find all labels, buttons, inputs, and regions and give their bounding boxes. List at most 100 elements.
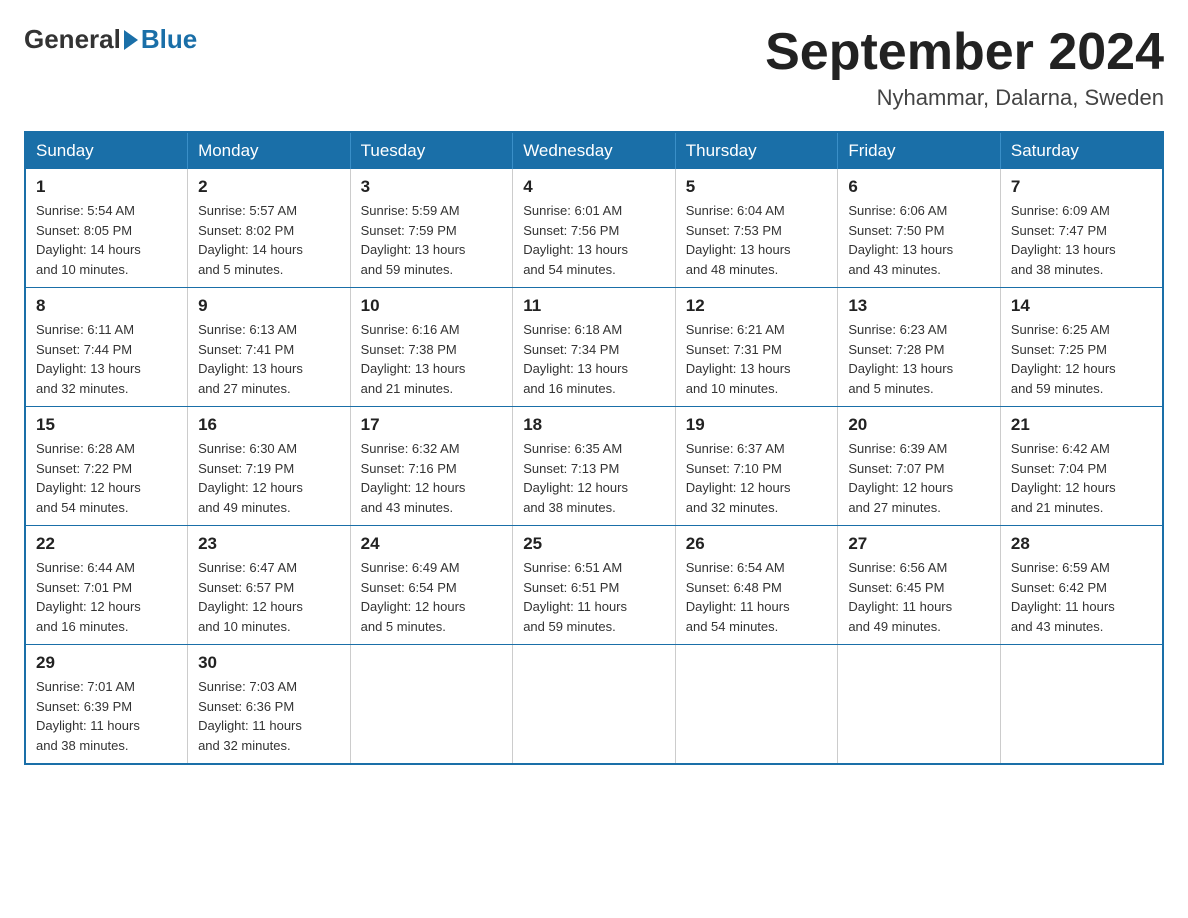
calendar-cell: 25 Sunrise: 6:51 AMSunset: 6:51 PMDaylig… [513,526,676,645]
day-info: Sunrise: 6:51 AMSunset: 6:51 PMDaylight:… [523,558,665,636]
day-info: Sunrise: 6:32 AMSunset: 7:16 PMDaylight:… [361,439,503,517]
calendar-cell [838,645,1001,765]
calendar-cell: 21 Sunrise: 6:42 AMSunset: 7:04 PMDaylig… [1000,407,1163,526]
day-number: 20 [848,415,990,435]
day-number: 9 [198,296,340,316]
calendar-cell: 7 Sunrise: 6:09 AMSunset: 7:47 PMDayligh… [1000,169,1163,288]
day-info: Sunrise: 6:25 AMSunset: 7:25 PMDaylight:… [1011,320,1152,398]
day-number: 10 [361,296,503,316]
day-number: 11 [523,296,665,316]
column-header-monday: Monday [188,132,351,169]
day-number: 24 [361,534,503,554]
day-number: 8 [36,296,177,316]
month-title: September 2024 [765,24,1164,81]
day-number: 4 [523,177,665,197]
calendar-cell [513,645,676,765]
calendar-cell: 8 Sunrise: 6:11 AMSunset: 7:44 PMDayligh… [25,288,188,407]
calendar-cell: 1 Sunrise: 5:54 AMSunset: 8:05 PMDayligh… [25,169,188,288]
column-header-wednesday: Wednesday [513,132,676,169]
day-info: Sunrise: 6:09 AMSunset: 7:47 PMDaylight:… [1011,201,1152,279]
day-number: 15 [36,415,177,435]
column-header-sunday: Sunday [25,132,188,169]
day-info: Sunrise: 6:54 AMSunset: 6:48 PMDaylight:… [686,558,828,636]
title-block: September 2024 Nyhammar, Dalarna, Sweden [765,24,1164,111]
day-info: Sunrise: 6:23 AMSunset: 7:28 PMDaylight:… [848,320,990,398]
day-info: Sunrise: 6:06 AMSunset: 7:50 PMDaylight:… [848,201,990,279]
calendar-cell: 12 Sunrise: 6:21 AMSunset: 7:31 PMDaylig… [675,288,838,407]
day-number: 12 [686,296,828,316]
logo-general-text: General [24,24,121,55]
day-info: Sunrise: 6:56 AMSunset: 6:45 PMDaylight:… [848,558,990,636]
day-number: 25 [523,534,665,554]
day-info: Sunrise: 6:37 AMSunset: 7:10 PMDaylight:… [686,439,828,517]
day-info: Sunrise: 7:03 AMSunset: 6:36 PMDaylight:… [198,677,340,755]
day-number: 13 [848,296,990,316]
calendar-cell: 19 Sunrise: 6:37 AMSunset: 7:10 PMDaylig… [675,407,838,526]
calendar-cell: 27 Sunrise: 6:56 AMSunset: 6:45 PMDaylig… [838,526,1001,645]
day-number: 16 [198,415,340,435]
day-number: 23 [198,534,340,554]
calendar-cell: 9 Sunrise: 6:13 AMSunset: 7:41 PMDayligh… [188,288,351,407]
day-number: 1 [36,177,177,197]
logo: General Blue [24,24,197,55]
calendar-cell: 17 Sunrise: 6:32 AMSunset: 7:16 PMDaylig… [350,407,513,526]
calendar-cell: 6 Sunrise: 6:06 AMSunset: 7:50 PMDayligh… [838,169,1001,288]
day-number: 29 [36,653,177,673]
day-info: Sunrise: 6:49 AMSunset: 6:54 PMDaylight:… [361,558,503,636]
calendar-cell: 29 Sunrise: 7:01 AMSunset: 6:39 PMDaylig… [25,645,188,765]
calendar-cell [350,645,513,765]
day-number: 18 [523,415,665,435]
day-info: Sunrise: 6:59 AMSunset: 6:42 PMDaylight:… [1011,558,1152,636]
day-info: Sunrise: 6:13 AMSunset: 7:41 PMDaylight:… [198,320,340,398]
day-number: 30 [198,653,340,673]
day-info: Sunrise: 5:54 AMSunset: 8:05 PMDaylight:… [36,201,177,279]
day-info: Sunrise: 6:47 AMSunset: 6:57 PMDaylight:… [198,558,340,636]
calendar-cell: 15 Sunrise: 6:28 AMSunset: 7:22 PMDaylig… [25,407,188,526]
calendar-cell: 16 Sunrise: 6:30 AMSunset: 7:19 PMDaylig… [188,407,351,526]
calendar-cell: 30 Sunrise: 7:03 AMSunset: 6:36 PMDaylig… [188,645,351,765]
calendar-cell: 13 Sunrise: 6:23 AMSunset: 7:28 PMDaylig… [838,288,1001,407]
calendar-cell: 22 Sunrise: 6:44 AMSunset: 7:01 PMDaylig… [25,526,188,645]
logo-arrow-icon [124,30,138,50]
day-number: 28 [1011,534,1152,554]
day-info: Sunrise: 6:21 AMSunset: 7:31 PMDaylight:… [686,320,828,398]
calendar-cell: 28 Sunrise: 6:59 AMSunset: 6:42 PMDaylig… [1000,526,1163,645]
day-info: Sunrise: 6:01 AMSunset: 7:56 PMDaylight:… [523,201,665,279]
calendar-cell: 5 Sunrise: 6:04 AMSunset: 7:53 PMDayligh… [675,169,838,288]
calendar-cell [1000,645,1163,765]
day-number: 21 [1011,415,1152,435]
day-number: 26 [686,534,828,554]
day-number: 27 [848,534,990,554]
day-number: 7 [1011,177,1152,197]
calendar-cell: 3 Sunrise: 5:59 AMSunset: 7:59 PMDayligh… [350,169,513,288]
column-header-friday: Friday [838,132,1001,169]
day-info: Sunrise: 6:04 AMSunset: 7:53 PMDaylight:… [686,201,828,279]
column-header-saturday: Saturday [1000,132,1163,169]
day-number: 6 [848,177,990,197]
day-number: 22 [36,534,177,554]
column-header-thursday: Thursday [675,132,838,169]
calendar-header-row: SundayMondayTuesdayWednesdayThursdayFrid… [25,132,1163,169]
day-info: Sunrise: 6:30 AMSunset: 7:19 PMDaylight:… [198,439,340,517]
calendar-week-row: 29 Sunrise: 7:01 AMSunset: 6:39 PMDaylig… [25,645,1163,765]
calendar-week-row: 22 Sunrise: 6:44 AMSunset: 7:01 PMDaylig… [25,526,1163,645]
day-info: Sunrise: 6:11 AMSunset: 7:44 PMDaylight:… [36,320,177,398]
page-header: General Blue September 2024 Nyhammar, Da… [24,24,1164,111]
calendar-week-row: 1 Sunrise: 5:54 AMSunset: 8:05 PMDayligh… [25,169,1163,288]
calendar-cell: 10 Sunrise: 6:16 AMSunset: 7:38 PMDaylig… [350,288,513,407]
day-number: 5 [686,177,828,197]
day-info: Sunrise: 5:59 AMSunset: 7:59 PMDaylight:… [361,201,503,279]
day-info: Sunrise: 6:28 AMSunset: 7:22 PMDaylight:… [36,439,177,517]
day-info: Sunrise: 6:42 AMSunset: 7:04 PMDaylight:… [1011,439,1152,517]
day-number: 19 [686,415,828,435]
calendar-cell: 11 Sunrise: 6:18 AMSunset: 7:34 PMDaylig… [513,288,676,407]
calendar-cell: 26 Sunrise: 6:54 AMSunset: 6:48 PMDaylig… [675,526,838,645]
day-info: Sunrise: 6:16 AMSunset: 7:38 PMDaylight:… [361,320,503,398]
calendar-table: SundayMondayTuesdayWednesdayThursdayFrid… [24,131,1164,765]
calendar-cell: 20 Sunrise: 6:39 AMSunset: 7:07 PMDaylig… [838,407,1001,526]
calendar-cell: 4 Sunrise: 6:01 AMSunset: 7:56 PMDayligh… [513,169,676,288]
calendar-cell: 18 Sunrise: 6:35 AMSunset: 7:13 PMDaylig… [513,407,676,526]
day-info: Sunrise: 6:39 AMSunset: 7:07 PMDaylight:… [848,439,990,517]
day-info: Sunrise: 6:18 AMSunset: 7:34 PMDaylight:… [523,320,665,398]
location-text: Nyhammar, Dalarna, Sweden [765,85,1164,111]
